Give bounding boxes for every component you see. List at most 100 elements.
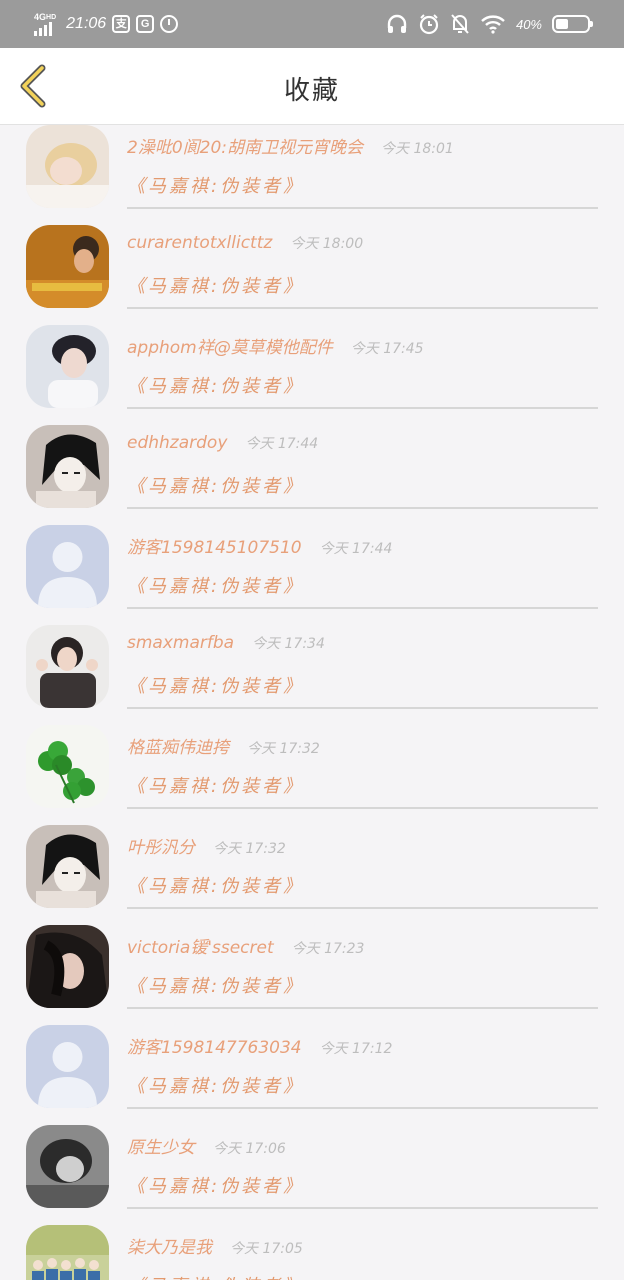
item-title[interactable]: 《马嘉祺:伪装者》 (127, 872, 304, 898)
list-item[interactable]: victoria锾'ssecret 今天 17:23 《马嘉祺:伪装者》 (0, 911, 624, 1011)
list-item[interactable]: 原生少女 今天 17:06 《马嘉祺:伪装者》 (0, 1111, 624, 1211)
item-title[interactable]: 《马嘉祺:伪装者》 (127, 472, 304, 498)
divider (127, 307, 598, 309)
item-header: 柒大乃是我 今天 17:05 (127, 1233, 303, 1258)
wifi-icon (481, 15, 505, 34)
mute-bell-icon (451, 14, 469, 34)
list-item[interactable]: edhhzardoy 今天 17:44 《马嘉祺:伪装者》 (0, 411, 624, 511)
item-time: 今天 17:06 (213, 1141, 286, 1157)
list-item[interactable]: 游客1598145107510 今天 17:44 《马嘉祺:伪装者》 (0, 511, 624, 611)
item-title[interactable]: 《马嘉祺:伪装者》 (127, 972, 304, 998)
alipay-icon: 支 (112, 15, 131, 33)
list-item[interactable]: 柒大乃是我 今天 17:05 《马嘉祺:伪装者》 (0, 1211, 624, 1280)
avatar[interactable] (26, 1125, 109, 1208)
item-header: edhhzardoy 今天 17:44 (127, 433, 318, 453)
avatar[interactable] (26, 625, 109, 708)
alarm-clock-icon (419, 14, 439, 35)
signal-icon (34, 21, 56, 36)
network-type: 4G (34, 11, 47, 22)
avatar[interactable] (26, 925, 109, 1008)
avatar[interactable] (26, 825, 109, 908)
avatar[interactable] (26, 325, 109, 408)
item-title[interactable]: 《马嘉祺:伪装者》 (127, 272, 304, 298)
user-name[interactable]: apphom祥@莫草模他配件 (127, 338, 333, 358)
divider (127, 1007, 598, 1009)
item-header: victoria锾'ssecret 今天 17:23 (127, 933, 364, 958)
status-bar: 4GHD 21:06 支 G 40% (0, 0, 624, 48)
list-item[interactable]: 格蓝痴伟迪挎 今天 17:32 《马嘉祺:伪装者》 (0, 711, 624, 811)
favorites-list: 2澡吡0阆20:胡南卫视元宵晚会 今天 18:01 《马嘉祺:伪装者》 curar… (0, 124, 624, 1280)
avatar-image (26, 525, 109, 608)
divider (127, 607, 598, 609)
item-time: 今天 17:05 (230, 1241, 303, 1257)
item-time: 今天 17:32 (213, 841, 286, 857)
item-time: 今天 17:23 (291, 941, 365, 957)
item-header: apphom祥@莫草模他配件 今天 17:45 (127, 333, 424, 358)
item-title[interactable]: 《马嘉祺:伪装者》 (127, 672, 304, 698)
list-item[interactable]: smaxmarfba 今天 17:34 《马嘉祺:伪装者》 (0, 611, 624, 711)
item-time: 今天 17:44 (319, 541, 393, 557)
user-name[interactable]: 游客1598147763034 (127, 1038, 302, 1058)
divider (127, 1207, 598, 1209)
item-header: smaxmarfba 今天 17:34 (127, 633, 325, 653)
avatar-image (26, 1125, 109, 1208)
list-item[interactable]: curarentotxllicttz 今天 18:00 《马嘉祺:伪装者》 (0, 211, 624, 311)
user-name[interactable]: 游客1598145107510 (127, 538, 302, 558)
divider (127, 707, 598, 709)
app-header: 收藏 (0, 48, 624, 125)
user-name[interactable]: edhhzardoy (127, 433, 227, 453)
avatar-image (26, 225, 109, 308)
item-title[interactable]: 《马嘉祺:伪装者》 (127, 1272, 304, 1280)
battery-icon (552, 15, 593, 33)
avatar[interactable] (26, 225, 109, 308)
item-header: curarentotxllicttz 今天 18:00 (127, 233, 363, 253)
list-item[interactable]: 叶彤汎分 今天 17:32 《马嘉祺:伪装者》 (0, 811, 624, 911)
list-item[interactable]: apphom祥@莫草模他配件 今天 17:45 《马嘉祺:伪装者》 (0, 311, 624, 411)
item-title[interactable]: 《马嘉祺:伪装者》 (127, 1172, 304, 1198)
list-item[interactable]: 2澡吡0阆20:胡南卫视元宵晚会 今天 18:01 《马嘉祺:伪装者》 (0, 124, 624, 211)
divider (127, 907, 598, 909)
app-notification-icon: G (136, 15, 155, 33)
avatar-image (26, 1225, 109, 1280)
user-name[interactable]: curarentotxllicttz (127, 233, 272, 253)
user-name[interactable]: smaxmarfba (127, 633, 234, 653)
avatar[interactable] (26, 1025, 109, 1108)
list-item[interactable]: 游客1598147763034 今天 17:12 《马嘉祺:伪装者》 (0, 1011, 624, 1111)
item-header: 叶彤汎分 今天 17:32 (127, 833, 286, 858)
avatar-image (26, 425, 109, 508)
user-name[interactable]: 叶彤汎分 (127, 838, 195, 858)
avatar-image (26, 125, 109, 208)
avatar[interactable] (26, 525, 109, 608)
user-name[interactable]: 柒大乃是我 (127, 1238, 212, 1258)
divider (127, 407, 598, 409)
item-time: 今天 17:32 (247, 741, 320, 757)
item-title[interactable]: 《马嘉祺:伪装者》 (127, 172, 304, 198)
avatar[interactable] (26, 125, 109, 208)
avatar[interactable] (26, 1225, 109, 1280)
item-title[interactable]: 《马嘉祺:伪装者》 (127, 372, 304, 398)
status-left: 4GHD 21:06 支 G (34, 11, 179, 36)
battery-percent: 40% (515, 16, 542, 32)
divider (127, 507, 598, 509)
avatar[interactable] (26, 425, 109, 508)
avatar-image (26, 725, 109, 808)
item-header: 2澡吡0阆20:胡南卫视元宵晚会 今天 18:01 (127, 133, 454, 158)
user-name[interactable]: 2澡吡0阆20:胡南卫视元宵晚会 (127, 138, 363, 158)
divider (127, 207, 598, 209)
status-time: 21:06 (66, 15, 107, 32)
user-name[interactable]: victoria锾'ssecret (127, 938, 274, 958)
user-name[interactable]: 原生少女 (127, 1138, 195, 1158)
item-title[interactable]: 《马嘉祺:伪装者》 (127, 1072, 304, 1098)
item-header: 格蓝痴伟迪挎 今天 17:32 (127, 733, 320, 758)
item-title[interactable]: 《马嘉祺:伪装者》 (127, 572, 304, 598)
item-header: 游客1598147763034 今天 17:12 (127, 1033, 392, 1058)
divider (127, 807, 598, 809)
user-name[interactable]: 格蓝痴伟迪挎 (127, 738, 229, 758)
item-title[interactable]: 《马嘉祺:伪装者》 (127, 772, 304, 798)
item-header: 原生少女 今天 17:06 (127, 1133, 286, 1158)
avatar[interactable] (26, 725, 109, 808)
avatar-image (26, 825, 109, 908)
item-time: 今天 17:45 (350, 341, 424, 357)
alarm-icon (160, 15, 179, 33)
favorites-list-inner: 2澡吡0阆20:胡南卫视元宵晚会 今天 18:01 《马嘉祺:伪装者》 curar… (0, 124, 624, 1280)
